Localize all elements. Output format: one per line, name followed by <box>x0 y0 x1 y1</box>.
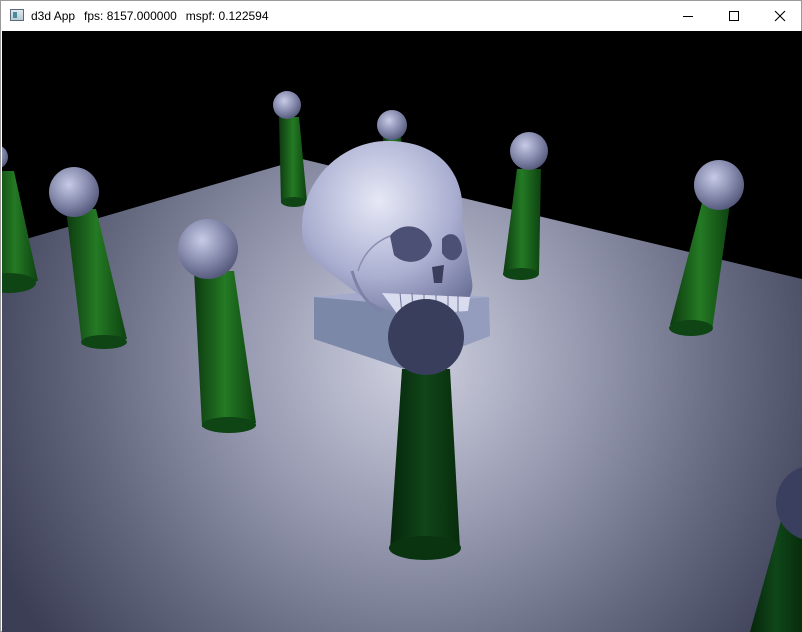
close-icon <box>774 10 786 22</box>
maximize-icon <box>729 11 739 21</box>
minimize-icon <box>683 16 693 17</box>
close-button[interactable] <box>757 1 802 31</box>
column-front-center <box>388 299 464 560</box>
fps-readout: fps: 8157.000000 <box>84 9 177 23</box>
title-bar[interactable]: d3d App fps: 8157.000000 mspf: 0.122594 <box>1 1 801 31</box>
render-viewport[interactable] <box>2 31 802 632</box>
window-title: d3d App fps: 8157.000000 mspf: 0.122594 <box>31 9 278 23</box>
application-window: d3d App fps: 8157.000000 mspf: 0.122594 <box>0 0 802 632</box>
minimize-button[interactable] <box>665 1 711 31</box>
app-window-icon <box>10 9 24 21</box>
app-name: d3d App <box>31 9 76 23</box>
scene-canvas <box>2 31 802 632</box>
mspf-readout: mspf: 0.122594 <box>185 9 269 23</box>
maximize-button[interactable] <box>711 1 757 31</box>
